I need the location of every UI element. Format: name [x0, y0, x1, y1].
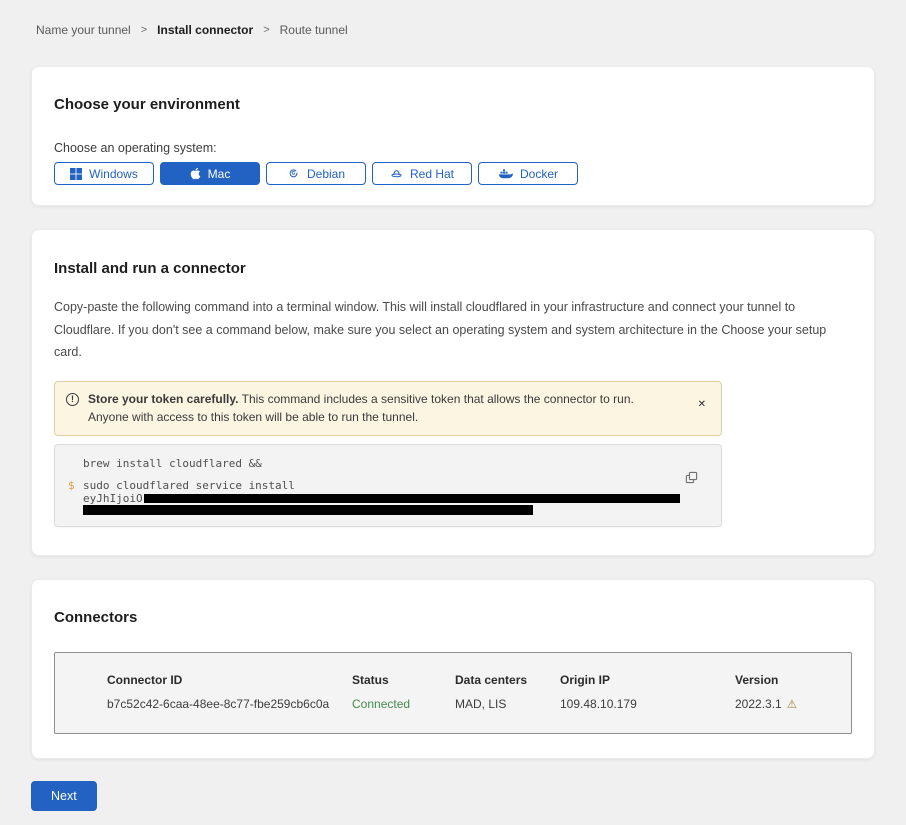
origin-ip-value: 109.48.10.179 — [560, 697, 735, 711]
token-prefix: eyJhIjoiO — [83, 493, 143, 505]
os-button-debian[interactable]: Debian — [266, 162, 366, 185]
environment-card: Choose your environment Choose an operat… — [31, 66, 875, 206]
connectors-card-title: Connectors — [54, 609, 852, 626]
token-warning-banner: ! Store your token carefully. This comma… — [54, 381, 722, 436]
os-button-group: Windows Mac Debian — [54, 162, 852, 185]
connectors-card: Connectors Connector ID Status Data cent… — [31, 579, 875, 759]
token-warning-title: Store your token carefully. — [88, 392, 239, 406]
column-header-version: Version — [735, 673, 841, 687]
next-button[interactable]: Next — [31, 781, 97, 811]
connector-id-value: b7c52c42-6caa-48ee-8c77-fbe259cb6c0a — [107, 697, 352, 711]
data-centers-value: MAD, LIS — [455, 697, 560, 711]
windows-icon — [70, 168, 82, 180]
column-header-status: Status — [352, 673, 455, 687]
os-select-label: Choose an operating system: — [54, 141, 852, 155]
version-number: 2022.3.1 — [735, 697, 782, 711]
terminal-prompt: $ — [55, 479, 83, 515]
environment-card-title: Choose your environment — [54, 96, 852, 113]
docker-icon — [498, 167, 513, 180]
redaction-bar — [83, 505, 533, 515]
os-button-label: Mac — [208, 167, 231, 181]
connectors-table: Connector ID Status Data centers Origin … — [54, 652, 852, 734]
os-button-docker[interactable]: Docker — [478, 162, 578, 185]
red-hat-icon — [390, 167, 403, 180]
install-card: Install and run a connector Copy-paste t… — [31, 229, 875, 556]
token-warning-text: Store your token carefully. This command… — [88, 390, 709, 427]
os-button-label: Windows — [89, 167, 138, 181]
copy-icon[interactable] — [685, 471, 698, 484]
alert-circle-icon: ! — [66, 393, 79, 406]
install-description: Copy-paste the following command into a … — [54, 296, 852, 364]
breadcrumb-separator: > — [263, 24, 269, 36]
redaction-bar — [144, 494, 680, 503]
close-icon[interactable]: ✕ — [696, 398, 708, 412]
os-button-mac[interactable]: Mac — [160, 162, 260, 185]
breadcrumb: Name your tunnel > Install connector > R… — [0, 0, 906, 37]
command-text: sudo cloudflared service install — [83, 479, 721, 492]
breadcrumb-install-connector[interactable]: Install connector — [157, 23, 253, 37]
breadcrumb-route-tunnel[interactable]: Route tunnel — [280, 23, 348, 37]
command-line-1: brew install cloudflared && — [55, 457, 721, 470]
debian-icon — [287, 167, 300, 180]
column-header-origin-ip: Origin IP — [560, 673, 735, 687]
breadcrumb-separator: > — [141, 24, 147, 36]
breadcrumb-name-your-tunnel[interactable]: Name your tunnel — [36, 23, 131, 37]
warning-triangle-icon: ⚠ — [787, 699, 797, 711]
install-command-block: brew install cloudflared && $ sudo cloud… — [54, 444, 722, 527]
os-button-redhat[interactable]: Red Hat — [372, 162, 472, 185]
os-button-label: Docker — [520, 167, 558, 181]
install-card-title: Install and run a connector — [54, 260, 852, 277]
version-value: 2022.3.1 ⚠ — [735, 697, 841, 711]
os-button-label: Debian — [307, 167, 345, 181]
column-header-data-centers: Data centers — [455, 673, 560, 687]
command-line-2: $ sudo cloudflared service install eyJhI… — [55, 479, 721, 515]
column-header-connector-id: Connector ID — [107, 673, 352, 687]
os-button-label: Red Hat — [410, 167, 454, 181]
token-line: eyJhIjoiO — [83, 493, 721, 505]
status-badge: Connected — [352, 697, 455, 711]
os-button-windows[interactable]: Windows — [54, 162, 154, 185]
apple-icon — [190, 167, 201, 180]
